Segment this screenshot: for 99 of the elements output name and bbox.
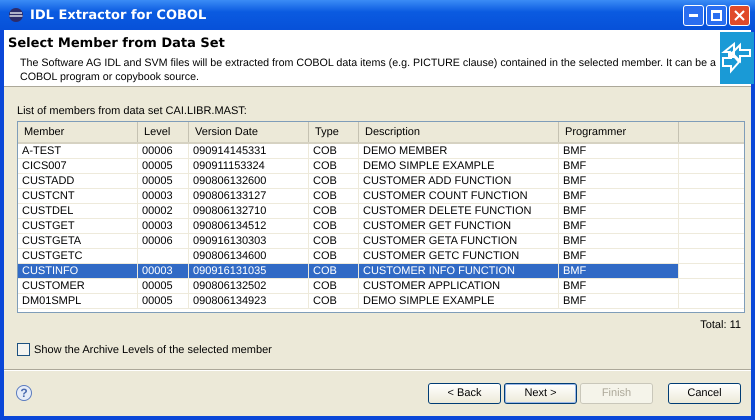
table-cell: COB [309, 189, 359, 203]
table-row[interactable]: CUSTGET 00003 090806134512 COB CUSTOMER GET FUNCTION BMF [18, 219, 744, 234]
table-cell: BMF [559, 249, 679, 263]
table-row[interactable]: CICS007 00005 090911153324 COB DEMO SIMPLE EXAMPLE BMF [18, 159, 744, 174]
table-cell: COB [309, 219, 359, 233]
table-cell: 00005 [138, 294, 189, 308]
minimize-button[interactable] [683, 4, 704, 26]
table-cell: 00005 [138, 174, 189, 188]
table-cell: CUSTOMER GETC FUNCTION [359, 249, 559, 263]
table-row[interactable]: CUSTCNT 00003 090806133127 COB CUSTOMER COUNT FUNCTION BMF [18, 189, 744, 204]
table-row[interactable]: CUSTGETA 00006 090916130303 COB CUSTOMER GETA FUNCTION BMF [18, 234, 744, 249]
table-row[interactable]: A-TEST 00006 090914145331 COB DEMO MEMBER BMF [18, 144, 744, 159]
table-cell: 090806134600 [189, 249, 309, 263]
table-cell: BMF [559, 144, 679, 158]
table-cell: CUSTINFO [18, 264, 138, 278]
table-cell: 00002 [138, 204, 189, 218]
wizard-button[interactable]: Next > [504, 382, 577, 404]
table-cell: COB [309, 264, 359, 278]
table-cell: DEMO SIMPLE EXAMPLE [359, 294, 559, 308]
table-row[interactable]: CUSTDEL 00002 090806132710 COB CUSTOMER DELETE FUNCTION BMF [18, 204, 744, 219]
table-cell: BMF [559, 174, 679, 188]
total-count: Total: 11 [699, 319, 741, 331]
column-header[interactable]: Description [359, 122, 559, 142]
table-cell: BMF [559, 189, 679, 203]
table-row[interactable]: CUSTADD 00005 090806132600 COB CUSTOMER ADD FUNCTION BMF [18, 174, 744, 189]
table-cell: 090806132502 [189, 279, 309, 293]
table-cell: COB [309, 144, 359, 158]
table-cell: CUSTOMER DELETE FUNCTION [359, 204, 559, 218]
table-cell: BMF [559, 219, 679, 233]
table-cell: DM01SMPL [18, 294, 138, 308]
table-cell: CUSTOMER ADD FUNCTION [359, 174, 559, 188]
table-cell: 00005 [138, 159, 189, 173]
table-cell: BMF [559, 264, 679, 278]
column-header[interactable]: Version Date [189, 122, 309, 142]
table-cell: A-TEST [18, 144, 138, 158]
table-cell: DEMO MEMBER [359, 144, 559, 158]
table-cell: CUSTADD [18, 174, 138, 188]
table-cell: BMF [559, 234, 679, 248]
table-row[interactable]: CUSTINFO 00003 090916131035 COB CUSTOMER INFO FUNCTION BMF [18, 264, 744, 279]
table-cell: CUSTOMER [18, 279, 138, 293]
wizard-button[interactable]: < Back [428, 382, 501, 404]
table-cell: CUSTOMER GETA FUNCTION [359, 234, 559, 248]
help-button[interactable]: ? [16, 385, 32, 401]
table-row[interactable]: DM01SMPL 00005 090806134923 COB DEMO SIMPLE EXAMPLE BMF [18, 294, 744, 309]
table-cell: CUSTOMER APPLICATION [359, 279, 559, 293]
table-cell: 00006 [138, 234, 189, 248]
table-row[interactable]: CUSTOMER 00005 090806132502 COB CUSTOMER APPLICATION BMF [18, 279, 744, 294]
table-cell: COB [309, 204, 359, 218]
table-cell: BMF [559, 294, 679, 308]
table-cell: 090806132710 [189, 204, 309, 218]
minimize-icon [689, 14, 698, 16]
table-cell: CICS007 [18, 159, 138, 173]
table-cell: CUSTGET [18, 219, 138, 233]
maximize-icon [711, 10, 722, 20]
table-cell: CUSTCNT [18, 189, 138, 203]
table-cell: 00003 [138, 264, 189, 278]
table-cell: CUSTGETA [18, 234, 138, 248]
table-cell: BMF [559, 159, 679, 173]
table-cell: 090914145331 [189, 144, 309, 158]
column-header[interactable]: Member [18, 122, 138, 142]
table-cell: COB [309, 234, 359, 248]
page-description: The Software AG IDL and SVM files will be extracted from COBOL data items (e.g. PICTURE clause) contained in the selected member. It can be a COBOL program or copybook source. [20, 56, 717, 84]
column-header[interactable]: Type [309, 122, 359, 142]
table-cell: COB [309, 174, 359, 188]
close-button[interactable] [729, 4, 750, 26]
table-cell: COB [309, 294, 359, 308]
app-icon [8, 7, 24, 23]
table-cell: BMF [559, 279, 679, 293]
table-cell: 090806134923 [189, 294, 309, 308]
maximize-button[interactable] [706, 4, 727, 26]
table-cell: 00003 [138, 219, 189, 233]
table-cell: 090806132600 [189, 174, 309, 188]
table-cell: 090916131035 [189, 264, 309, 278]
table-cell: 00006 [138, 144, 189, 158]
table-cell: BMF [559, 204, 679, 218]
table-cell: CUSTDEL [18, 204, 138, 218]
table-cell: DEMO SIMPLE EXAMPLE [359, 159, 559, 173]
table-cell: COB [309, 249, 359, 263]
checkbox-label[interactable]: Show the Archive Levels of the selected member [34, 344, 272, 356]
table-cell: COB [309, 279, 359, 293]
table-cell: 090916130303 [189, 234, 309, 248]
table-cell: 090806134512 [189, 219, 309, 233]
table-cell: CUSTOMER COUNT FUNCTION [359, 189, 559, 203]
table-cell: CUSTGETC [18, 249, 138, 263]
table-cell: 00005 [138, 279, 189, 293]
table-cell: 090806133127 [189, 189, 309, 203]
table-cell: CUSTOMER INFO FUNCTION [359, 264, 559, 278]
checkbox[interactable] [17, 343, 30, 356]
table-cell: CUSTOMER GET FUNCTION [359, 219, 559, 233]
table-cell: 00003 [138, 189, 189, 203]
table-cell: COB [309, 159, 359, 173]
window-title: IDL Extractor for COBOL [30, 8, 208, 22]
page-title: Select Member from Data Set [8, 36, 226, 51]
column-header[interactable]: Programmer [559, 122, 679, 142]
close-icon [734, 10, 745, 20]
column-header[interactable]: Level [138, 122, 189, 142]
list-label: List of members from data set CAI.LIBR.MAST: [17, 105, 248, 117]
table-cell: 090911153324 [189, 159, 309, 173]
wizard-button[interactable]: Cancel [668, 382, 741, 404]
